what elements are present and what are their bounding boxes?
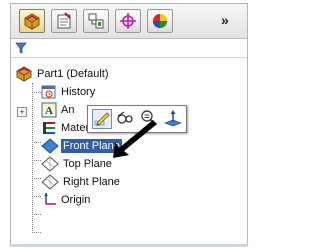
part-icon xyxy=(24,13,40,30)
tree-item-history[interactable]: History xyxy=(41,84,231,102)
tree-connector xyxy=(32,92,41,93)
origin-icon xyxy=(44,193,56,205)
tree-item-origin[interactable]: Origin xyxy=(41,192,141,210)
panel-bottom-edge xyxy=(10,244,248,247)
annotations-icon: A xyxy=(41,102,57,118)
history-icon xyxy=(41,85,56,99)
plane-icon xyxy=(41,174,59,190)
filter-icon[interactable] xyxy=(15,42,27,54)
normal-to-icon xyxy=(163,110,183,127)
edit-sketch-button[interactable] xyxy=(92,109,112,129)
tree-item-label: Origin xyxy=(61,194,91,206)
tree-item-part[interactable]: Part1 (Default) xyxy=(15,66,235,84)
svg-text:A: A xyxy=(45,105,53,117)
tree-item-label: Part1 (Default) xyxy=(37,68,109,80)
featuremanager-tab[interactable] xyxy=(19,9,45,33)
tree-item-label: Right Plane xyxy=(63,176,120,188)
propertymanager-tab[interactable] xyxy=(51,9,77,33)
expand-toggle[interactable]: + xyxy=(17,107,27,117)
plane-icon xyxy=(41,138,59,154)
display-manager-tab[interactable] xyxy=(147,9,173,33)
tree-connector xyxy=(32,232,41,233)
tree-item-label: Top Plane xyxy=(63,158,112,170)
manager-tab-bar: » xyxy=(11,4,247,39)
dimxpert-tab[interactable] xyxy=(115,9,141,33)
tree-connector xyxy=(32,196,41,197)
mouse-pointer-icon xyxy=(113,120,157,158)
normal-to-button[interactable] xyxy=(163,109,184,129)
tree-connector xyxy=(32,214,41,215)
tree-connector xyxy=(32,160,41,161)
configurationmanager-tab[interactable] xyxy=(83,9,109,33)
configuration-icon xyxy=(88,13,104,29)
filter-bar xyxy=(11,39,247,58)
tree-connector xyxy=(32,83,33,233)
tree-item-label: History xyxy=(61,86,96,98)
tree-item-right-plane[interactable]: Right Plane xyxy=(41,174,171,192)
tree-item-label: An xyxy=(61,104,75,116)
part-icon xyxy=(16,66,32,82)
plane-icon xyxy=(41,156,59,172)
more-tabs-button[interactable]: » xyxy=(221,12,229,28)
color-sphere-icon xyxy=(153,14,167,28)
property-icon xyxy=(57,12,71,29)
tree-connector xyxy=(32,178,41,179)
crosshair-icon xyxy=(120,13,136,29)
tree-connector xyxy=(32,142,41,143)
edit-sketch-icon xyxy=(94,112,110,126)
material-icon xyxy=(43,122,55,134)
